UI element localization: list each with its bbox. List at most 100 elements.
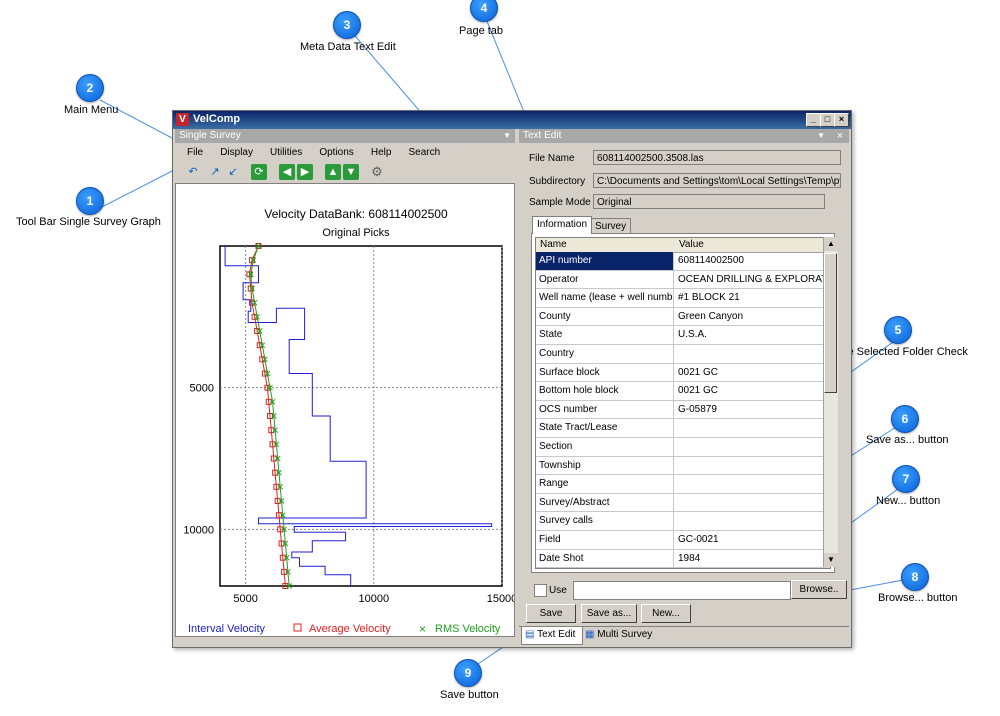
- table-row[interactable]: OCS number G-05879: [536, 400, 826, 420]
- table-row[interactable]: Survey/Abstract: [536, 493, 826, 513]
- cell-name[interactable]: Township: [536, 456, 674, 475]
- cell-name[interactable]: Well name (lease + well number): [536, 289, 674, 307]
- cell-value[interactable]: [675, 475, 825, 493]
- window-titlebar[interactable]: V VelComp _ □ ×: [173, 111, 851, 129]
- zoom-in-icon[interactable]: ↗: [207, 164, 223, 180]
- settings-gear-icon[interactable]: ⚙: [369, 164, 385, 180]
- grid-scrollbar[interactable]: ▲ ▼: [823, 237, 838, 567]
- scroll-thumb[interactable]: [824, 253, 837, 393]
- table-row[interactable]: Date Shot 1984: [536, 549, 826, 568]
- save-button[interactable]: Save: [526, 604, 576, 623]
- callout-label-8: Browse... button: [878, 592, 958, 604]
- file-name-field[interactable]: 608114002500.3508.las: [593, 150, 841, 165]
- tab-multi-survey[interactable]: ▦ Multi Survey: [585, 627, 659, 644]
- cell-value[interactable]: [675, 457, 825, 475]
- zoom-out-icon[interactable]: ↙: [225, 164, 241, 180]
- table-row[interactable]: Surface block 0021 GC: [536, 363, 826, 383]
- table-row[interactable]: Field GC-0021: [536, 531, 826, 550]
- menu-utilities[interactable]: Utilities: [270, 147, 302, 158]
- y-tick-label: 10000: [183, 524, 214, 536]
- cell-name[interactable]: Range: [536, 475, 674, 493]
- arrow-right-icon[interactable]: ▶: [297, 164, 313, 180]
- cell-value[interactable]: [675, 419, 825, 437]
- table-row[interactable]: Section: [536, 438, 826, 457]
- table-row[interactable]: Township: [536, 456, 826, 476]
- cell-value[interactable]: Green Canyon: [675, 308, 825, 326]
- menu-options[interactable]: Options: [319, 147, 353, 158]
- table-row[interactable]: State U.S.A.: [536, 326, 826, 345]
- cell-value[interactable]: 0021 GC: [675, 364, 825, 382]
- table-row[interactable]: Bottom hole block 0021 GC: [536, 382, 826, 401]
- velocity-chart[interactable]: Velocity DataBank: 608114002500 Original…: [176, 184, 517, 636]
- cell-value[interactable]: 1984: [675, 550, 825, 568]
- cell-value[interactable]: [675, 438, 825, 456]
- cell-name[interactable]: Surface block: [536, 363, 674, 382]
- arrow-down-icon[interactable]: ▼: [343, 164, 359, 180]
- table-row[interactable]: API number 608114002500: [536, 252, 826, 271]
- cell-name[interactable]: Country: [536, 345, 674, 363]
- folder-path-input[interactable]: [573, 581, 791, 600]
- cell-value[interactable]: G-05879: [675, 401, 825, 419]
- refresh-icon[interactable]: ⟳: [251, 164, 267, 180]
- cell-name[interactable]: Date Shot: [536, 549, 674, 568]
- save-as-button[interactable]: Save as...: [581, 604, 637, 623]
- table-row[interactable]: State Tract/Lease: [536, 419, 826, 438]
- maximize-button[interactable]: □: [820, 113, 835, 127]
- use-folder-label: Use: [549, 585, 567, 596]
- browse-button[interactable]: Browse..: [791, 580, 847, 599]
- cell-value[interactable]: [675, 512, 825, 530]
- menu-search[interactable]: Search: [409, 147, 441, 158]
- table-row[interactable]: Well name (lease + well number) #1 BLOCK …: [536, 289, 826, 308]
- tab-survey[interactable]: Survey: [590, 218, 632, 234]
- table-row[interactable]: Survey calls: [536, 512, 826, 531]
- cell-value[interactable]: 0021 GC: [675, 382, 825, 400]
- text-edit-pane-header: Text Edit ▼ ×: [519, 129, 849, 143]
- pane-dropdown-icon[interactable]: ▼: [503, 129, 511, 143]
- cell-name[interactable]: Survey calls: [536, 512, 674, 530]
- cell-name[interactable]: Bottom hole block: [536, 382, 674, 400]
- cell-name[interactable]: Field: [536, 531, 674, 549]
- callout-label-3: Meta Data Text Edit: [300, 41, 396, 53]
- cell-name[interactable]: Section: [536, 438, 674, 456]
- table-row[interactable]: Range: [536, 475, 826, 494]
- chart-subtitle: Original Picks: [322, 227, 390, 239]
- scroll-down-icon[interactable]: ▼: [824, 553, 838, 567]
- cell-value[interactable]: [675, 494, 825, 512]
- cell-value[interactable]: [675, 345, 825, 363]
- cell-value[interactable]: OCEAN DRILLING & EXPLORATION: [675, 271, 825, 289]
- column-header-name[interactable]: Name: [540, 238, 567, 252]
- column-header-value[interactable]: Value: [679, 238, 704, 252]
- pane-dropdown-icon[interactable]: ▼: [817, 129, 825, 143]
- arrow-left-icon[interactable]: ◀: [279, 164, 295, 180]
- cell-name[interactable]: State: [536, 326, 674, 344]
- close-button[interactable]: ×: [834, 113, 849, 127]
- subdirectory-field[interactable]: C:\Documents and Settings\tom\Local Sett…: [593, 173, 841, 188]
- use-folder-checkbox[interactable]: [534, 584, 547, 597]
- cell-name[interactable]: Survey/Abstract: [536, 493, 674, 512]
- menu-file[interactable]: File: [187, 147, 203, 158]
- undo-icon[interactable]: ↶: [185, 164, 201, 180]
- tab-text-edit[interactable]: ▤ Text Edit: [521, 627, 583, 645]
- cell-value[interactable]: #1 BLOCK 21: [675, 289, 825, 307]
- cell-name[interactable]: OCS number: [536, 400, 674, 419]
- cell-name[interactable]: County: [536, 307, 674, 326]
- new-button[interactable]: New...: [641, 604, 691, 623]
- cell-name[interactable]: API number: [536, 252, 674, 270]
- callout-label-2: Main Menu: [64, 104, 119, 116]
- arrow-up-icon[interactable]: ▲: [325, 164, 341, 180]
- sample-mode-field[interactable]: Original: [593, 194, 825, 209]
- scroll-up-icon[interactable]: ▲: [824, 237, 838, 251]
- cell-name[interactable]: State Tract/Lease: [536, 419, 674, 437]
- minimize-button[interactable]: _: [806, 113, 821, 127]
- cell-value[interactable]: 608114002500: [675, 252, 825, 270]
- table-row[interactable]: Country: [536, 345, 826, 364]
- cell-value[interactable]: GC-0021: [675, 531, 825, 549]
- menu-display[interactable]: Display: [220, 147, 253, 158]
- tab-information[interactable]: Information: [532, 216, 593, 234]
- cell-name[interactable]: Operator: [536, 270, 674, 289]
- table-row[interactable]: County Green Canyon: [536, 307, 826, 327]
- pane-close-icon[interactable]: ×: [837, 129, 843, 143]
- cell-value[interactable]: U.S.A.: [675, 326, 825, 344]
- menu-help[interactable]: Help: [371, 147, 392, 158]
- table-row[interactable]: OperatorOCEAN DRILLING & EXPLORATION: [536, 270, 826, 290]
